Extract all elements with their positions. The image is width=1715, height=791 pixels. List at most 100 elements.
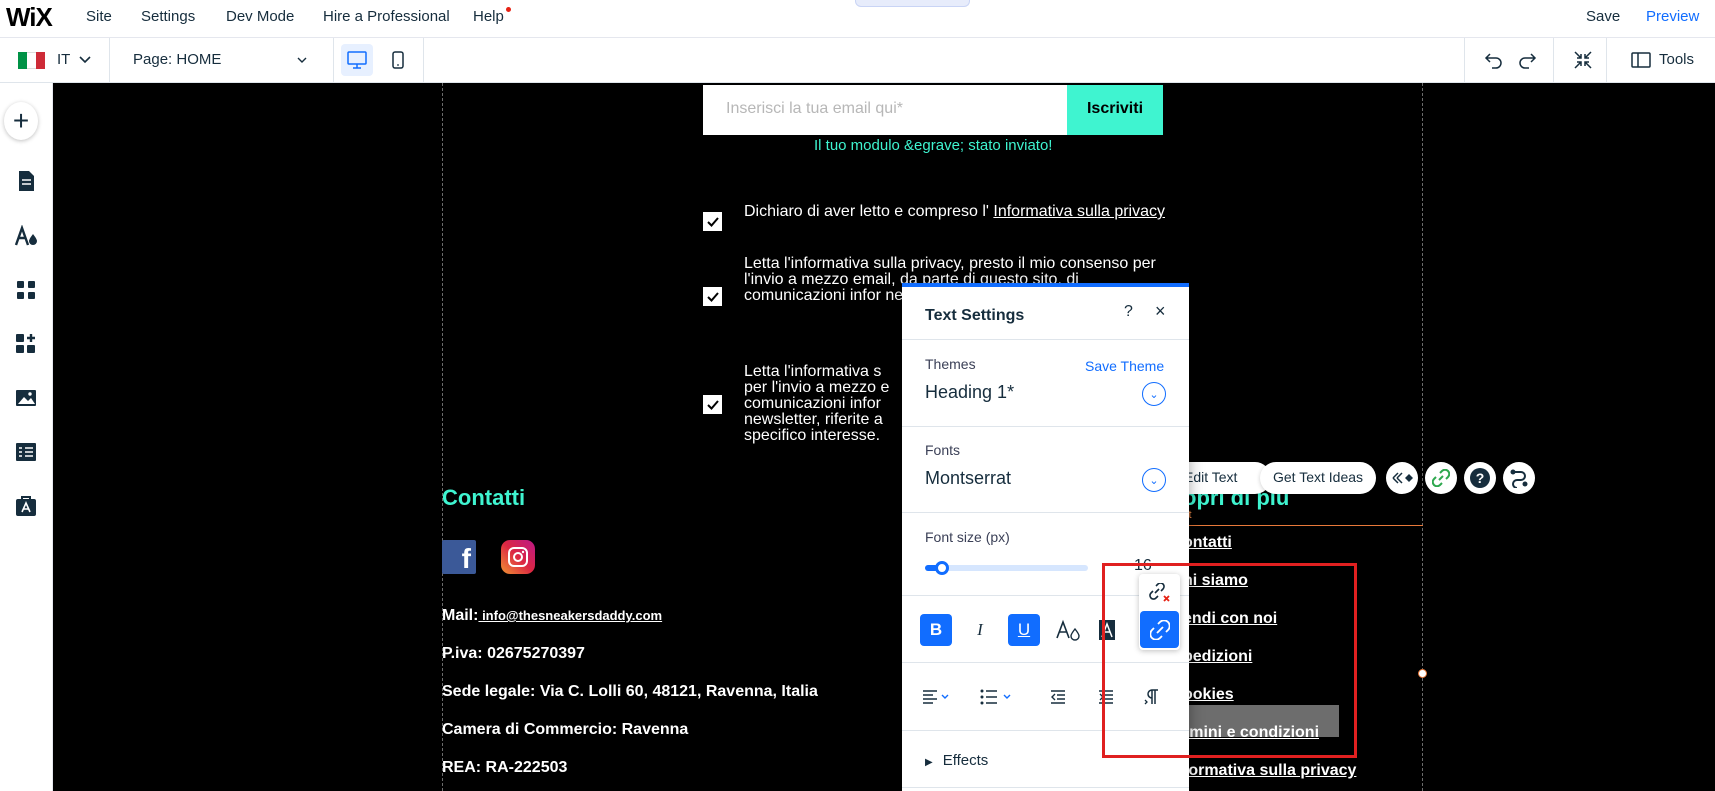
contatti-heading: Contatti bbox=[442, 485, 526, 510]
divider bbox=[1606, 38, 1607, 83]
checkmark-icon bbox=[706, 216, 719, 227]
save-button[interactable]: Save bbox=[1586, 8, 1620, 25]
theme-button[interactable] bbox=[9, 219, 43, 253]
consent-text-3: Letta l'informativa s per l'invio a mezz… bbox=[744, 363, 890, 444]
font-dropdown[interactable]: Montserrat bbox=[925, 468, 1011, 489]
divider bbox=[333, 38, 334, 83]
bold-button[interactable]: B bbox=[920, 614, 952, 646]
portfolio-icon bbox=[16, 496, 36, 516]
theme-icon bbox=[14, 225, 37, 246]
italic-button[interactable]: I bbox=[964, 614, 996, 646]
pages-icon bbox=[19, 171, 34, 191]
editor-toolbar: IT Page: HOME Tools bbox=[0, 38, 1715, 83]
consent-text-1: Dichiaro di aver letto e compreso l' Inf… bbox=[744, 204, 1184, 220]
decrease-indent-button[interactable] bbox=[1050, 685, 1066, 709]
tools-label[interactable]: Tools bbox=[1659, 51, 1694, 68]
instagram-icon[interactable] bbox=[501, 540, 535, 574]
pages-button[interactable] bbox=[9, 164, 43, 198]
mobile-view-button[interactable] bbox=[382, 44, 414, 76]
text-color-icon bbox=[1056, 619, 1080, 641]
mail-link[interactable]: info@thesneakersdaddy.com bbox=[478, 608, 662, 623]
animation-button[interactable] bbox=[1386, 462, 1418, 494]
font-size-slider[interactable] bbox=[925, 561, 1088, 575]
redo-button[interactable] bbox=[1513, 46, 1541, 74]
link-button[interactable] bbox=[1425, 462, 1457, 494]
menu-dev-mode[interactable]: Dev Mode bbox=[226, 8, 294, 25]
chevron-down-icon[interactable] bbox=[297, 57, 307, 65]
divider bbox=[1553, 38, 1554, 83]
apps-button[interactable] bbox=[9, 273, 43, 307]
privacy-link[interactable]: Informativa sulla privacy bbox=[993, 203, 1165, 220]
chevron-down-icon[interactable]: ⌄ bbox=[1142, 468, 1166, 492]
fonts-label: Fonts bbox=[925, 442, 961, 458]
panel-help-button[interactable]: ? bbox=[1124, 303, 1133, 321]
portfolio-button[interactable] bbox=[9, 489, 43, 523]
footer-link[interactable]: formativa sulla privacy bbox=[1183, 762, 1356, 780]
divider bbox=[1464, 38, 1465, 83]
form-success-message: Il tuo modulo &egrave; stato inviato! bbox=[814, 137, 1053, 154]
divider bbox=[109, 38, 110, 83]
top-center-tab[interactable] bbox=[855, 0, 970, 7]
undo-button[interactable] bbox=[1480, 46, 1508, 74]
add-elements-button[interactable]: + bbox=[4, 102, 38, 140]
connect-icon bbox=[1510, 469, 1528, 488]
mail-label: Mail: bbox=[442, 607, 479, 624]
help-notification-dot bbox=[506, 7, 511, 12]
menu-site[interactable]: Site bbox=[86, 8, 112, 25]
menu-hire-professional[interactable]: Hire a Professional bbox=[323, 8, 450, 25]
tools-button[interactable] bbox=[1627, 46, 1655, 74]
redo-icon bbox=[1519, 53, 1537, 69]
panel-title: Text Settings bbox=[925, 307, 1025, 324]
italy-flag-icon bbox=[18, 52, 45, 69]
consent-checkbox-1[interactable] bbox=[703, 212, 722, 231]
list-button[interactable] bbox=[980, 685, 1014, 709]
page-selector[interactable]: Page: HOME bbox=[133, 51, 221, 68]
plus-icon: + bbox=[4, 102, 38, 140]
get-text-ideas-button[interactable]: Get Text Ideas bbox=[1260, 462, 1377, 494]
preview-button[interactable]: Preview bbox=[1646, 8, 1699, 25]
email-input[interactable]: Inserisci la tua email qui* bbox=[703, 85, 1067, 135]
mobile-icon bbox=[392, 51, 404, 69]
cms-button[interactable] bbox=[9, 435, 43, 469]
language-selector[interactable]: IT bbox=[57, 51, 70, 68]
text-align-button[interactable] bbox=[922, 685, 952, 709]
help-icon: ? bbox=[1470, 468, 1490, 488]
consent-checkbox-2[interactable] bbox=[703, 287, 722, 306]
chevron-down-icon[interactable]: ⌄ bbox=[1142, 382, 1166, 406]
left-sidebar: + bbox=[0, 83, 53, 791]
top-bar: WiX Site Settings Dev Mode Hire a Profes… bbox=[0, 0, 1715, 38]
theme-dropdown[interactable]: Heading 1* bbox=[925, 382, 1014, 403]
menu-settings[interactable]: Settings bbox=[141, 8, 195, 25]
connect-button[interactable] bbox=[1503, 462, 1535, 494]
media-icon bbox=[16, 390, 36, 406]
divider bbox=[902, 426, 1189, 427]
help-button[interactable]: ? bbox=[1464, 462, 1496, 494]
add-apps-button[interactable] bbox=[9, 327, 43, 361]
consent-checkbox-3[interactable] bbox=[703, 395, 722, 414]
wix-logo[interactable]: WiX bbox=[6, 2, 53, 33]
desktop-view-button[interactable] bbox=[341, 44, 373, 76]
font-size-label: Font size (px) bbox=[925, 529, 1010, 545]
media-button[interactable] bbox=[9, 381, 43, 415]
slider-knob[interactable] bbox=[935, 561, 950, 575]
panel-close-button[interactable]: × bbox=[1155, 301, 1166, 322]
bullet-list-icon bbox=[980, 689, 1011, 705]
save-theme-link[interactable]: Save Theme bbox=[1085, 358, 1164, 374]
contact-piva: P.iva: 02675270397 bbox=[442, 645, 585, 662]
apps-icon bbox=[17, 281, 35, 299]
contact-camera: Camera di Commercio: Ravenna bbox=[442, 721, 689, 738]
effects-section[interactable]: ▶ Effects bbox=[925, 752, 988, 769]
checkmark-icon bbox=[706, 399, 719, 410]
table-icon bbox=[16, 443, 36, 461]
chevron-down-icon[interactable] bbox=[79, 55, 91, 65]
menu-help[interactable]: Help bbox=[473, 8, 504, 25]
underline-button[interactable]: U bbox=[1008, 614, 1040, 646]
subscribe-button[interactable]: Iscriviti bbox=[1067, 85, 1163, 135]
contact-sede: Sede legale: Via C. Lolli 60, 48121, Rav… bbox=[442, 683, 818, 700]
divider bbox=[902, 512, 1189, 513]
text-color-button[interactable] bbox=[1052, 614, 1084, 646]
zoom-out-button[interactable] bbox=[1569, 46, 1597, 74]
footer-link[interactable]: ontatti bbox=[1183, 534, 1232, 552]
resize-handle[interactable] bbox=[1418, 669, 1427, 678]
facebook-icon[interactable]: f bbox=[442, 540, 476, 574]
